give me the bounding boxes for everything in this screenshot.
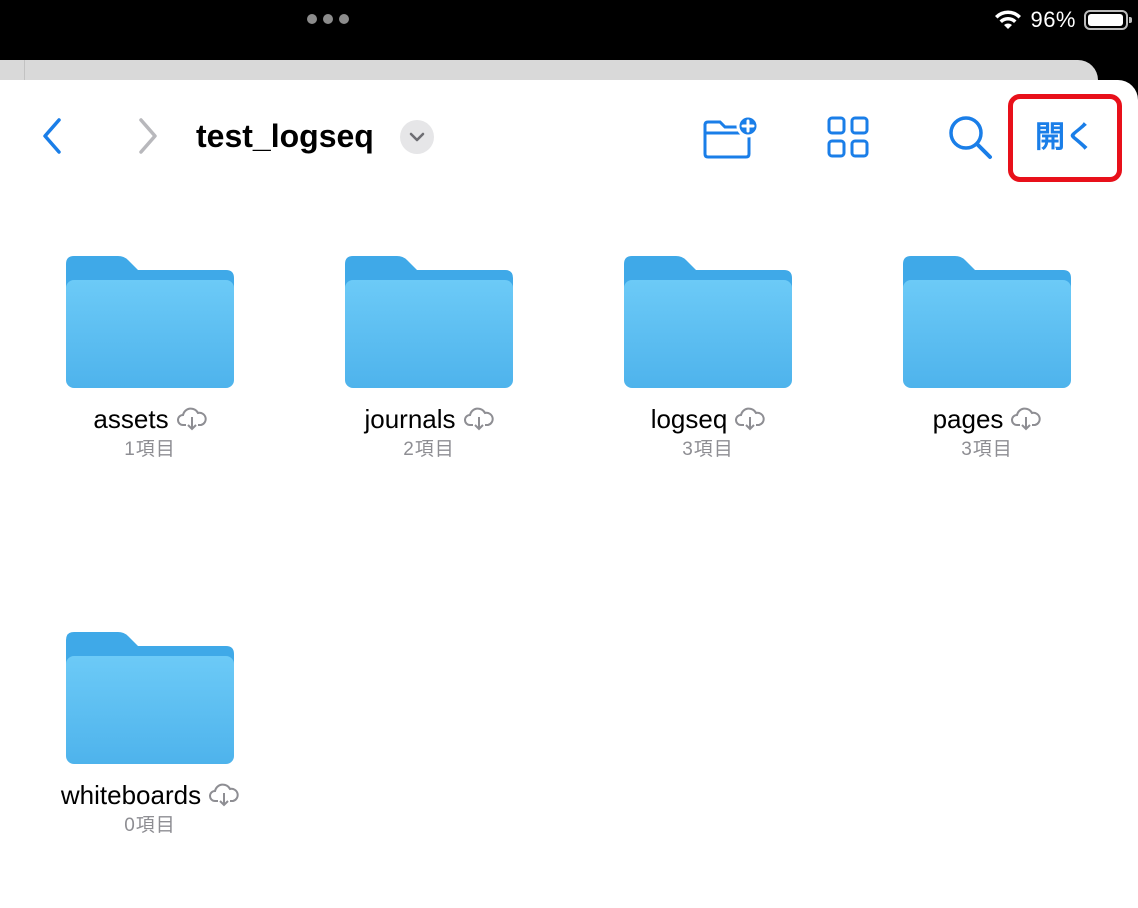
battery-icon [1084, 10, 1132, 30]
item-count: 3項目 [961, 439, 1013, 460]
cloud-download-icon[interactable] [176, 407, 207, 431]
folder-body [66, 656, 234, 764]
cloud-download-icon[interactable] [735, 407, 765, 431]
item-name: logseq [650, 404, 728, 434]
status-bar: 96% [0, 0, 1138, 60]
folder-body [66, 280, 234, 388]
folder-body [345, 280, 513, 388]
folder-icon [903, 256, 1071, 388]
folder-icon [345, 256, 513, 388]
battery-percent: 96% [1030, 7, 1076, 32]
item-count: 0項目 [124, 815, 176, 836]
open-button-label: 開く [1035, 121, 1095, 154]
item-name: assets [93, 404, 169, 434]
folder-icon [66, 632, 234, 764]
item-count: 1項目 [124, 439, 176, 460]
file-browser-sheet: test_logseq 開く assets 1項目 journals 2項目 l… [0, 80, 1138, 908]
grid-icon [827, 116, 869, 158]
dot [323, 14, 333, 24]
folder-badge-plus-icon [703, 114, 760, 159]
dot [307, 14, 317, 24]
folder-item-journals[interactable]: journals 2項目 [309, 256, 549, 462]
chevron-left-icon [43, 118, 61, 154]
item-count: 2項目 [403, 439, 455, 460]
forward-button[interactable] [128, 114, 168, 158]
back-button[interactable] [32, 114, 72, 158]
new-folder-button[interactable] [700, 112, 764, 162]
toolbar: test_logseq 開く [0, 80, 1138, 192]
wifi-icon [995, 10, 1022, 29]
item-name: journals [364, 404, 456, 434]
folder-icon [624, 256, 792, 388]
status-right: 96% [994, 6, 1132, 34]
dot [339, 14, 349, 24]
magnifying-glass-icon [949, 116, 992, 159]
folder-item-logseq[interactable]: logseq 3項目 [588, 256, 828, 462]
search-button[interactable] [946, 112, 994, 162]
open-button[interactable]: 開く [1008, 94, 1122, 182]
item-name: whiteboards [60, 780, 202, 810]
folder-title[interactable]: test_logseq [196, 116, 374, 156]
multitasking-dots[interactable] [307, 14, 349, 24]
folder-item-assets[interactable]: assets 1項目 [30, 256, 270, 462]
folder-body [903, 280, 1071, 388]
chevron-down-icon [409, 132, 425, 142]
item-count: 3項目 [682, 439, 734, 460]
folder-item-pages[interactable]: pages 3項目 [867, 256, 1107, 462]
item-name: pages [932, 404, 1004, 434]
view-options-button[interactable] [826, 112, 870, 162]
cloud-download-icon[interactable] [1011, 407, 1042, 431]
chevron-right-icon [139, 118, 157, 154]
cloud-download-icon[interactable] [209, 783, 239, 807]
folder-body [624, 280, 792, 388]
folder-icon [66, 256, 234, 388]
folder-item-whiteboards[interactable]: whiteboards 0項目 [30, 632, 270, 838]
cloud-download-icon[interactable] [463, 407, 494, 431]
title-menu-button[interactable] [400, 120, 434, 154]
battery-fill [1088, 14, 1123, 26]
